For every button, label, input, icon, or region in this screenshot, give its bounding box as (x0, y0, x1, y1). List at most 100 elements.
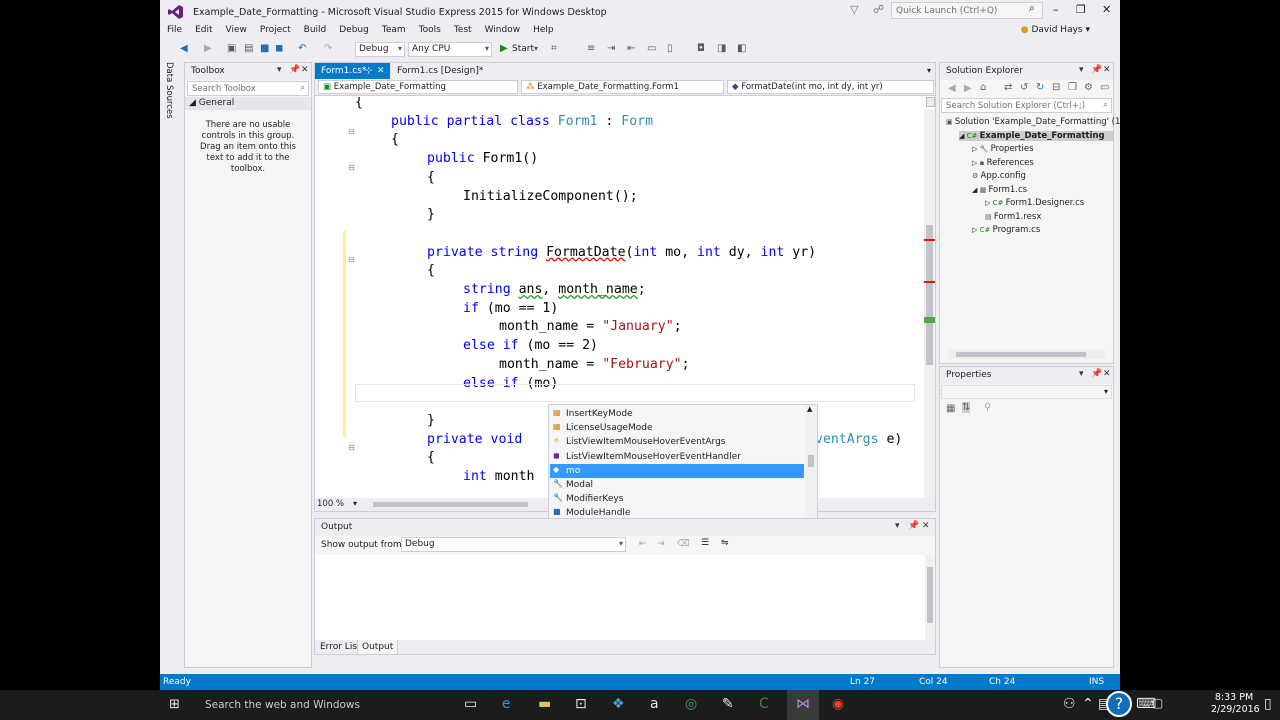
code-line[interactable]: int month (463, 469, 534, 487)
filter-icon[interactable]: ▽ (850, 3, 858, 16)
menu-window[interactable]: Window (478, 23, 527, 35)
completion-item[interactable]: 🔧 ModifierKeys (550, 492, 804, 506)
chrome-icon[interactable]: ◉ (832, 696, 844, 712)
word-wrap-icon[interactable]: ☰ (701, 538, 709, 548)
class-dropdown[interactable]: ⁂ Example_Date_Formatting.Form1 (521, 80, 724, 94)
code-line[interactable]: month_name = "January"; (499, 319, 682, 337)
tab-output[interactable]: Output (357, 640, 399, 655)
window-position-icon[interactable]: ▾ (1079, 65, 1084, 75)
tab-form1-cs[interactable]: Form1.cs* ⊹ ✕ (315, 63, 390, 79)
prev-bookmark-icon[interactable]: ◨ (717, 43, 726, 54)
project-dropdown[interactable]: ▣ Example_Date_Formatting (318, 80, 518, 94)
uncomment-icon[interactable]: ▯ (667, 43, 673, 54)
categorized-icon[interactable]: ▦ (946, 403, 955, 414)
expand-arrow-icon[interactable]: ◢ (972, 186, 980, 194)
dropbox-icon[interactable]: ❖ (612, 696, 625, 712)
solution-tree-item[interactable]: ⚙ App.config (972, 171, 1026, 181)
forward-icon[interactable]: ▶ (204, 43, 212, 54)
tab-form1-design[interactable]: Form1.cs [Design]* (391, 63, 511, 79)
bookmark-icon[interactable]: ◘ (697, 43, 705, 54)
scroll-thumb[interactable] (926, 225, 933, 365)
start-dropdown-icon[interactable]: ▾ (534, 44, 538, 53)
window-position-icon[interactable]: ▾ (895, 521, 900, 531)
comment-icon[interactable]: ▭ (647, 43, 656, 54)
start-button[interactable]: Start (512, 44, 534, 54)
align-icon[interactable]: ≡ (587, 43, 595, 54)
editor-vertical-scrollbar[interactable] (924, 109, 935, 499)
pin-icon[interactable]: ⊹ (365, 66, 373, 76)
window-position-icon[interactable]: ▾ (1079, 369, 1084, 379)
file-explorer-icon[interactable]: ▬ (538, 696, 551, 712)
feedback-icon[interactable]: ☍ (873, 3, 884, 16)
code-line[interactable]: } (427, 207, 435, 225)
code-app-icon[interactable]: C (759, 696, 769, 712)
tab-list-dropdown-icon[interactable]: ▾ (927, 66, 931, 75)
sketch-app-icon[interactable]: ✎ (722, 696, 734, 712)
output-text-area[interactable] (315, 555, 925, 641)
preview-icon[interactable]: ▭ (1100, 82, 1109, 93)
tripadvisor-icon[interactable]: ◎ (685, 696, 697, 712)
prev-message-icon[interactable]: ⇤ (639, 539, 647, 549)
intellisense-completion-list[interactable]: ▲ ▼ ▦ InsertKeyMode ▦ LicenseUsageMode ✧ List… (548, 404, 818, 533)
code-line[interactable]: string ans, month_name; (463, 282, 646, 300)
close-icon[interactable]: ✕ (301, 65, 309, 75)
output-source-select[interactable]: Debug (401, 537, 626, 552)
code-line[interactable]: { (355, 97, 363, 113)
menu-edit[interactable]: Edit (188, 23, 218, 35)
outline-toggle-icon[interactable]: ⊟ (348, 163, 355, 172)
pin-icon[interactable]: 📌 (289, 65, 300, 75)
expand-arrow-icon[interactable]: ▷ (985, 199, 993, 207)
toolbox-group-general[interactable]: ◢ General (185, 97, 311, 110)
tray-people-icon[interactable]: ⚇ (1063, 696, 1076, 712)
show-all-files-icon[interactable]: ❐ (1068, 82, 1077, 93)
property-pages-icon[interactable]: ⚲ (984, 402, 991, 413)
scroll-thumb[interactable] (808, 455, 814, 467)
clear-all-icon[interactable]: ⌫ (677, 539, 690, 549)
outline-toggle-icon[interactable]: ⊟ (348, 255, 355, 264)
next-message-icon[interactable]: ⇥ (657, 539, 665, 549)
open-file-icon[interactable]: ▤ (244, 43, 253, 54)
code-line[interactable]: else if (mo == 2) (463, 338, 598, 356)
horizontal-scroll-thumb[interactable] (373, 502, 528, 507)
tray-expand-icon[interactable]: ⌃ (1082, 696, 1094, 712)
alphabetical-icon[interactable]: ⇅ (962, 402, 971, 413)
expand-arrow-icon[interactable]: ▷ (972, 159, 980, 167)
output-vertical-scrollbar[interactable] (925, 555, 935, 641)
user-account[interactable]: ● David Hays ▾ (1021, 25, 1090, 35)
properties-icon[interactable]: ⚙ (1084, 82, 1093, 93)
toolbox-search-input[interactable]: Search Toolbox ⌕ (187, 81, 309, 96)
code-line[interactable]: month_name = "February"; (499, 357, 690, 375)
menu-file[interactable]: File (160, 23, 188, 35)
edge-icon[interactable]: e (502, 696, 511, 712)
platform-select[interactable]: Any CPU (408, 42, 492, 57)
solution-tree-item[interactable]: ▷ ▪ References (972, 158, 1034, 168)
new-project-icon[interactable]: ▣ (227, 43, 236, 54)
taskbar-search-input[interactable]: Search the web and Windows (205, 699, 360, 711)
sync-icon[interactable]: ⇄ (1004, 82, 1012, 93)
completion-item[interactable]: ▦ LicenseUsageMode (550, 421, 804, 435)
save-icon[interactable]: ■ (260, 43, 269, 54)
solution-explorer-search-input[interactable]: Search Solution Explorer (Ctrl+;) ⌕ (941, 98, 1112, 113)
minimize-button[interactable]: – (1053, 3, 1059, 16)
refresh-icon[interactable]: ↻ (1036, 82, 1044, 93)
solution-tree-item[interactable]: ▷ C# Program.cs (972, 225, 1040, 235)
zoom-select[interactable]: 100 % (317, 499, 344, 509)
code-line[interactable]: public Form1() (427, 151, 538, 169)
expand-arrow-icon[interactable]: ▷ (972, 226, 980, 234)
next-bookmark-icon[interactable]: ◧ (737, 43, 746, 54)
store-icon[interactable]: ⊡ (575, 696, 587, 712)
code-line[interactable]: { (391, 132, 399, 150)
zoom-dropdown-icon[interactable]: ▾ (353, 499, 357, 508)
menu-team[interactable]: Team (375, 23, 412, 35)
expand-arrow-icon[interactable]: ▷ (972, 145, 980, 153)
outline-toggle-icon[interactable]: ⊟ (348, 127, 355, 136)
solution-horizontal-scrollbar[interactable] (948, 350, 1106, 359)
scroll-up-icon[interactable]: ▲ (807, 405, 812, 413)
close-icon[interactable]: ✕ (377, 66, 385, 76)
task-view-icon[interactable]: ▭ (464, 696, 477, 712)
find-icon[interactable]: ⌗ (551, 43, 557, 54)
visual-studio-taskbar-button[interactable]: ⋈ (787, 690, 819, 720)
completion-item[interactable]: ◆ mo (550, 463, 804, 478)
scroll-thumb[interactable] (956, 352, 1086, 357)
collapse-all-icon[interactable]: ⊟ (1052, 82, 1060, 93)
